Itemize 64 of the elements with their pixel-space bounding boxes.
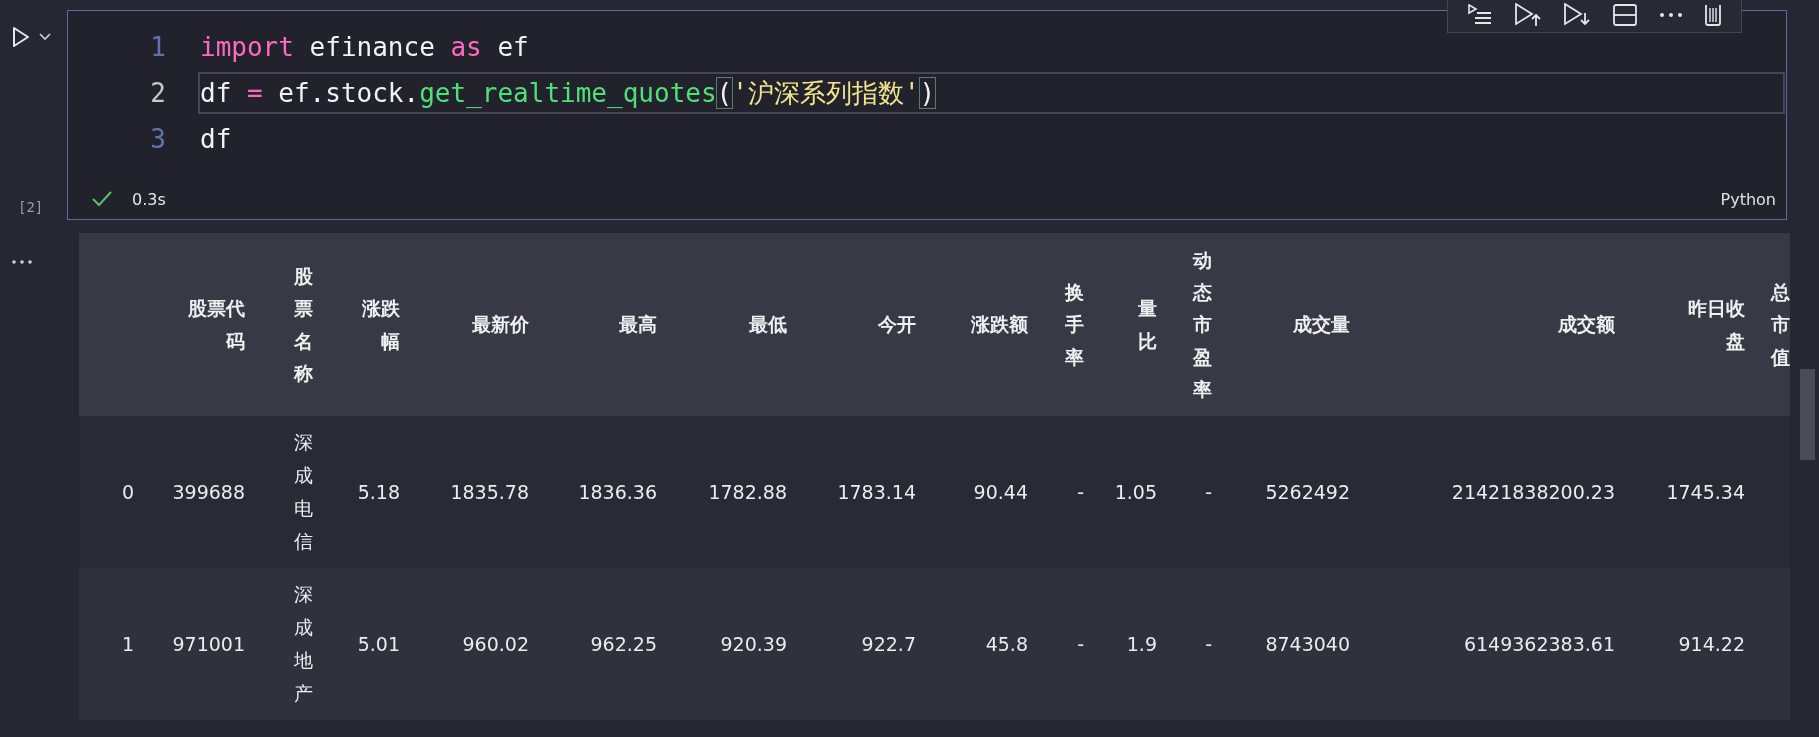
table-cell: 21421838200.23 <box>1451 481 1615 503</box>
table-cell: 90.44 <box>973 481 1028 503</box>
column-header: 成交额 <box>1558 312 1615 338</box>
table-cell: 1836.36 <box>578 481 657 503</box>
run-by-line-icon[interactable] <box>1466 3 1493 26</box>
column-header: 涨跌额 <box>971 312 1028 338</box>
line-number: 1 <box>149 32 166 62</box>
code-line: import efinance as ef <box>199 31 530 64</box>
table-cell: 8743040 <box>1265 633 1350 655</box>
column-header: 最低 <box>749 312 787 338</box>
table-cell: 1745.34 <box>1666 481 1745 503</box>
table-cell: 1835.78 <box>450 481 529 503</box>
code-cell[interactable]: 1 import efinance as ef 2 df = ef.stock.get_realtime_quotes('沪深系列指数') 3 df 0.3s Python <box>67 10 1787 220</box>
table-cell: 399688 <box>172 481 245 503</box>
table-cell: - <box>1205 633 1212 655</box>
table-cell: - <box>1205 481 1212 503</box>
table-cell: 971001 <box>172 633 245 655</box>
column-header: 涨跌幅 <box>362 296 400 354</box>
column-header: 量比 <box>1138 296 1157 354</box>
line-number: 2 <box>149 78 166 108</box>
table-cell: 5.18 <box>357 481 400 503</box>
column-header: 最高 <box>619 312 657 338</box>
table-cell: 5.01 <box>357 633 400 655</box>
table-cell: 1782.88 <box>708 481 787 503</box>
table-cell: 962.25 <box>590 633 657 655</box>
table-cell: 1.05 <box>1114 481 1157 503</box>
table-cell: 960.02 <box>462 633 529 655</box>
line-number: 3 <box>149 124 166 154</box>
execution-time: 0.3s <box>132 189 166 209</box>
table-cell: 5262492 <box>1265 481 1350 503</box>
table-cell: 914.22 <box>1678 633 1745 655</box>
table-cell: 922.7 <box>861 633 916 655</box>
row-index: 0 <box>121 481 134 503</box>
caret-icon[interactable] <box>39 33 51 41</box>
table-cell: 1.9 <box>1126 633 1157 655</box>
table-cell-text: 深成电信 <box>294 429 313 555</box>
run-icon[interactable] <box>11 26 31 48</box>
language-label[interactable]: Python <box>1720 189 1776 209</box>
table-cell: 1783.14 <box>837 481 916 503</box>
column-header: 动态市盈率 <box>1193 247 1212 402</box>
execution-count: [2] <box>18 199 44 215</box>
column-header: 换手率 <box>1065 280 1084 370</box>
column-header: 最新价 <box>472 312 529 338</box>
table-cell: - <box>1077 633 1084 655</box>
run-above-icon[interactable] <box>1513 2 1542 27</box>
table-cell: 45.8 <box>985 633 1028 655</box>
split-cell-icon[interactable] <box>1612 3 1639 26</box>
more-icon[interactable] <box>1659 11 1684 18</box>
delete-icon[interactable] <box>1704 3 1723 26</box>
table-cell: - <box>1077 481 1084 503</box>
row-index: 1 <box>121 633 134 655</box>
table-cell-text: 深成地产 <box>294 581 313 707</box>
more-icon[interactable] <box>12 260 32 264</box>
column-header: 今开 <box>878 312 916 338</box>
column-header: 昨日收盘 <box>1688 296 1745 354</box>
column-header: 股票代码 <box>188 296 245 354</box>
run-below-icon[interactable] <box>1562 2 1591 27</box>
column-header: 成交量 <box>1293 312 1350 338</box>
table-cell: 920.39 <box>720 633 787 655</box>
table-cell: 6149362383.61 <box>1463 633 1615 655</box>
code-line: df <box>199 123 233 156</box>
column-header: 股票名称 <box>294 263 313 386</box>
column-header: 总市值 <box>1771 280 1790 370</box>
scrollbar-thumb[interactable] <box>1800 369 1815 460</box>
